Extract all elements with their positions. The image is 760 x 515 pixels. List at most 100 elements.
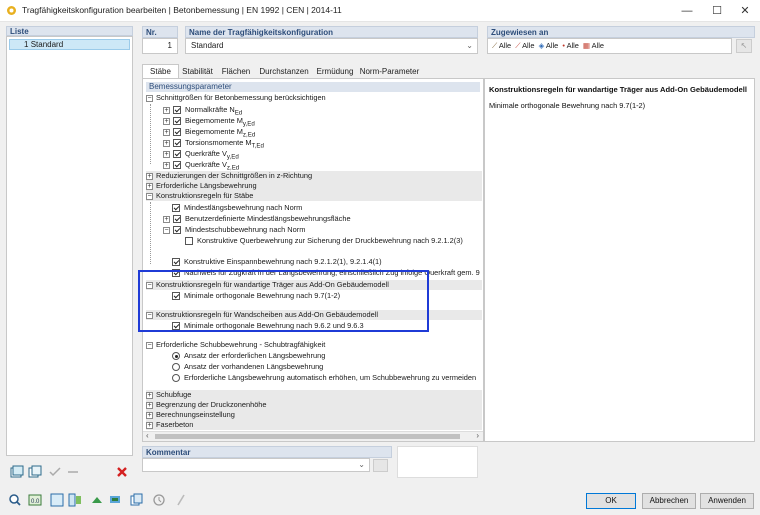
item-mindestlaengsbewehrung[interactable]: Mindestlängsbewehrung nach Norm xyxy=(172,202,302,213)
scroll-left-icon[interactable]: ‹ xyxy=(146,431,149,440)
horizontal-scrollbar[interactable]: ‹ › xyxy=(143,431,483,441)
member-icon[interactable] xyxy=(108,493,122,507)
group-schubbewehrung[interactable]: − Erforderliche Schubbewehrung - Schubtra… xyxy=(146,340,482,350)
comment-field[interactable]: ⌄ xyxy=(142,458,370,472)
nr-field[interactable]: 1 xyxy=(142,38,178,54)
close-button[interactable]: ✕ xyxy=(730,0,760,22)
expand-icon[interactable]: + xyxy=(163,161,170,169)
checkbox[interactable] xyxy=(172,258,180,267)
checkbox[interactable] xyxy=(173,215,181,224)
tab-flaechen[interactable]: Flächen xyxy=(216,64,256,78)
maximize-button[interactable]: ☐ xyxy=(702,0,732,22)
table-icon[interactable] xyxy=(68,493,82,507)
radio-button[interactable] xyxy=(172,374,180,383)
expand-icon[interactable]: + xyxy=(146,172,153,180)
collapse-icon[interactable]: − xyxy=(146,341,153,349)
checkbox[interactable] xyxy=(173,226,181,235)
checkbox[interactable] xyxy=(173,117,181,126)
radio-button[interactable] xyxy=(172,363,180,372)
item-querkraefte-y[interactable]: + Querkräfte Vy,Ed xyxy=(163,148,239,160)
scroll-right-icon[interactable]: › xyxy=(476,431,479,440)
scrollbar-thumb[interactable] xyxy=(155,434,460,439)
expand-icon[interactable]: + xyxy=(146,182,153,190)
checkbox[interactable] xyxy=(173,139,181,148)
checkbox[interactable] xyxy=(173,128,181,137)
item-einspannbewehrung[interactable]: Konstruktive Einspannbewehrung nach 9.2.… xyxy=(172,256,382,267)
chevron-down-icon[interactable]: ⌄ xyxy=(466,39,473,53)
item-label: Biegemomente M xyxy=(185,127,243,136)
item-label: Biegemomente M xyxy=(185,116,243,125)
pin-icon[interactable] xyxy=(174,493,188,507)
uncheck-list-icon[interactable] xyxy=(66,465,80,479)
collapse-icon[interactable]: − xyxy=(163,226,170,234)
group-berechnungseinstellung[interactable]: + Berechnungseinstellung xyxy=(146,410,482,420)
copy-item-icon[interactable] xyxy=(28,465,42,479)
minimize-button[interactable]: — xyxy=(672,0,702,22)
group-druckzonenhoehe[interactable]: + Begrenzung der Druckzonenhöhe xyxy=(146,400,482,410)
info-panel: Konstruktionsregeln für wandartige Träge… xyxy=(484,78,755,442)
tab-stabilitaet[interactable]: Stabilität xyxy=(179,64,216,78)
expand-icon[interactable]: + xyxy=(163,150,170,158)
group-reduzierungen[interactable]: + Reduzierungen der Schnittgrößen in z-Ri… xyxy=(146,171,482,181)
collapse-icon[interactable]: − xyxy=(146,94,153,102)
collapse-icon[interactable]: − xyxy=(146,192,153,200)
expand-icon[interactable]: + xyxy=(146,421,153,429)
cancel-button[interactable]: Abbrechen xyxy=(642,493,696,509)
item-konstruktive-querbewehrung[interactable]: Konstruktive Querbewehrung zur Sicherung… xyxy=(185,235,463,246)
item-mindestschubbewehrung[interactable]: − Mindestschubbewehrung nach Norm xyxy=(163,224,305,235)
item-torsionsmomente[interactable]: + Torsionsmomente MT,Ed xyxy=(163,137,264,149)
nr-label: Nr. xyxy=(146,28,157,37)
radio-erforderliche[interactable]: Ansatz der erforderlichen Längsbewehrung xyxy=(172,350,325,361)
group-faserbeton[interactable]: + Faserbeton xyxy=(146,420,482,430)
name-field[interactable]: Standard ⌄ xyxy=(185,38,478,54)
member-icon: ⟋ xyxy=(492,41,498,50)
ok-button[interactable]: OK xyxy=(586,493,636,509)
expand-icon[interactable]: + xyxy=(163,128,170,136)
assigned-field[interactable]: ⟋ Alle ⟋ Alle ◈ Alle • Alle ▦ Alle xyxy=(487,38,732,54)
expand-icon[interactable]: + xyxy=(163,215,170,223)
group-laengsbewehrung[interactable]: + Erforderliche Längsbewehrung xyxy=(146,181,482,191)
checkbox[interactable] xyxy=(173,150,181,159)
chevron-down-icon[interactable]: ⌄ xyxy=(358,458,365,472)
units-icon[interactable]: 0.0 xyxy=(28,493,42,507)
select-objects-icon[interactable]: ↖ xyxy=(736,39,752,53)
model-icon[interactable] xyxy=(90,493,104,507)
radio-automatisch[interactable]: Erforderliche Längsbewehrung automatisch… xyxy=(172,372,476,383)
delete-icon[interactable] xyxy=(115,465,129,479)
checkbox[interactable] xyxy=(173,106,181,115)
radio-vorhandene[interactable]: Ansatz der vorhandenen Längsbewehrung xyxy=(172,361,323,372)
checkbox[interactable] xyxy=(172,204,180,213)
tab-norm-parameter[interactable]: Norm-Parameter xyxy=(358,64,421,78)
title-bar: Tragfähigkeitskonfiguration bearbeiten |… xyxy=(0,0,760,22)
expand-icon[interactable]: + xyxy=(146,391,153,399)
item-biegemomente-y[interactable]: + Biegemomente My,Ed xyxy=(163,115,255,127)
new-item-icon[interactable] xyxy=(10,465,24,479)
reset-icon[interactable] xyxy=(152,493,166,507)
group-schubfuge[interactable]: + Schubfuge xyxy=(146,390,482,400)
check-list-icon[interactable] xyxy=(48,465,62,479)
copy-icon[interactable] xyxy=(130,493,144,507)
expand-icon[interactable]: + xyxy=(163,106,170,114)
item-biegemomente-z[interactable]: + Biegemomente Mz,Ed xyxy=(163,126,255,138)
expand-icon[interactable]: + xyxy=(146,411,153,419)
radio-button[interactable] xyxy=(172,352,180,361)
tab-ermuedung[interactable]: Ermüdung xyxy=(312,64,358,78)
checkbox[interactable] xyxy=(185,237,193,246)
expand-icon[interactable]: + xyxy=(163,139,170,147)
tab-staebe[interactable]: Stäbe xyxy=(142,64,179,79)
comment-library-icon[interactable] xyxy=(373,459,388,472)
item-querkraefte-z[interactable]: + Querkräfte Vz,Ed xyxy=(163,159,239,171)
info-title: Konstruktionsregeln für wandartige Träge… xyxy=(489,85,747,94)
item-benutzerdefinierte[interactable]: + Benutzerdefinierte Mindestlängsbewehrun… xyxy=(163,213,351,224)
search-icon[interactable] xyxy=(8,493,22,507)
group-schnittgroessen[interactable]: − Schnittgrößen für Betonbemessung berück… xyxy=(146,93,482,103)
checkbox[interactable] xyxy=(173,161,181,170)
expand-icon[interactable]: + xyxy=(163,117,170,125)
group-konstruktionsregeln-staebe[interactable]: − Konstruktionsregeln für Stäbe xyxy=(146,191,482,201)
apply-button[interactable]: Anwenden xyxy=(700,493,754,509)
expand-icon[interactable]: + xyxy=(146,401,153,409)
tab-durchstanzen[interactable]: Durchstanzen xyxy=(256,64,312,78)
view-icon[interactable] xyxy=(50,493,64,507)
item-normalkraefte[interactable]: + Normalkräfte NEd xyxy=(163,104,242,116)
list-item[interactable]: 1 Standard xyxy=(9,39,130,50)
